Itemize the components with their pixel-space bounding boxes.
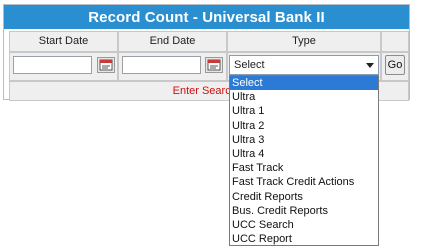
dropdown-option[interactable]: Ultra: [230, 90, 378, 104]
go-button[interactable]: Go: [385, 55, 405, 75]
end-date-input[interactable]: [122, 56, 201, 74]
type-select[interactable]: Select: [229, 55, 379, 75]
end-date-calendar-button[interactable]: [205, 57, 223, 73]
dropdown-option[interactable]: UCC Search: [230, 218, 378, 232]
start-date-calendar-button[interactable]: [97, 57, 115, 73]
calendar-icon: [99, 59, 113, 71]
dropdown-option[interactable]: Fast Track: [230, 161, 378, 175]
panel-title: Record Count - Universal Bank II: [4, 5, 409, 29]
column-header-type: Type: [227, 31, 381, 52]
start-date-input[interactable]: [13, 56, 92, 74]
dropdown-option[interactable]: Ultra 1: [230, 104, 378, 118]
calendar-icon: [207, 59, 221, 71]
type-select-value: Select: [234, 59, 265, 71]
dropdown-option[interactable]: UCC Report: [230, 232, 378, 245]
column-header-start-date: Start Date: [9, 31, 118, 52]
dropdown-option[interactable]: Credit Reports: [230, 190, 378, 204]
dropdown-option[interactable]: Ultra 2: [230, 119, 378, 133]
dropdown-option[interactable]: Select: [230, 76, 378, 91]
type-dropdown-list[interactable]: Select Ultra Ultra 1 Ultra 2 Ultra 3 Ult…: [229, 75, 379, 246]
dropdown-option[interactable]: Bus. Credit Reports: [230, 204, 378, 218]
column-header-action: [381, 31, 409, 52]
dropdown-option[interactable]: Fast Track Credit Actions: [230, 175, 378, 189]
dropdown-option[interactable]: Ultra 4: [230, 147, 378, 161]
dropdown-option[interactable]: Ultra 3: [230, 133, 378, 147]
column-header-end-date: End Date: [118, 31, 227, 52]
chevron-down-icon[interactable]: [366, 63, 374, 68]
